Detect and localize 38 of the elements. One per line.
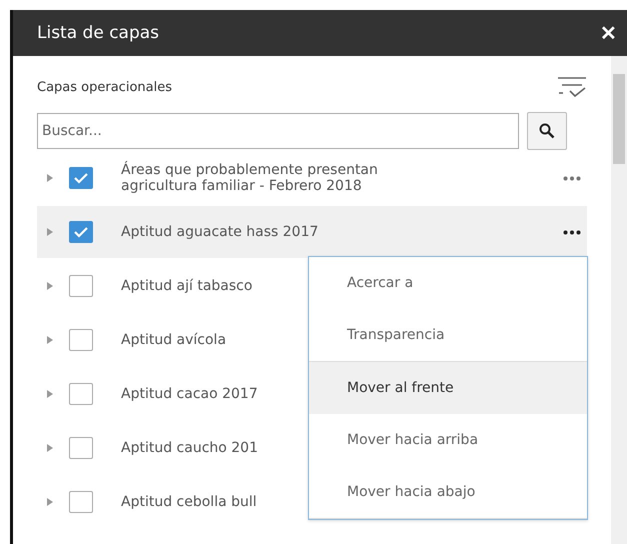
layer-checkbox[interactable] <box>69 329 93 351</box>
expand-caret-icon[interactable] <box>47 336 53 344</box>
layer-name: Aptitud avícola <box>121 332 226 348</box>
menu-item[interactable]: Mover al frente <box>309 362 587 414</box>
panel-title: Lista de capas <box>37 23 160 43</box>
layer-name: Aptitud aguacate hass 2017 <box>121 224 318 240</box>
filter-list-icon[interactable] <box>557 75 587 99</box>
expand-caret-icon[interactable] <box>47 444 53 452</box>
layer-checkbox[interactable] <box>69 221 93 243</box>
layer-checkbox[interactable] <box>69 167 93 189</box>
menu-item[interactable]: Mover hacia abajo <box>309 466 587 519</box>
layer-name: Aptitud cacao 2017 <box>121 386 258 402</box>
layer-row[interactable]: Aptitud aguacate hass 2017 <box>37 206 587 258</box>
menu-item[interactable]: Transparencia <box>309 309 587 362</box>
scrollbar-thumb[interactable] <box>613 74 625 164</box>
menu-item[interactable]: Mover hacia arriba <box>309 414 587 466</box>
expand-caret-icon[interactable] <box>47 282 53 290</box>
layer-name: Áreas que probablemente presentan agricultura familiar - Febrero 2018 <box>121 162 379 194</box>
expand-caret-icon[interactable] <box>47 228 53 236</box>
layer-checkbox[interactable] <box>69 437 93 459</box>
expand-caret-icon[interactable] <box>47 498 53 506</box>
layer-name: Aptitud caucho 201 <box>121 440 258 456</box>
expand-caret-icon[interactable] <box>47 390 53 398</box>
layer-checkbox[interactable] <box>69 491 93 513</box>
search-button[interactable] <box>527 112 567 150</box>
search-icon <box>539 123 555 139</box>
search-field[interactable]: Buscar... <box>37 113 519 149</box>
layer-checkbox[interactable] <box>69 275 93 297</box>
layer-name: Aptitud cebolla bull <box>121 494 257 510</box>
section-title: Capas operacionales <box>37 80 172 94</box>
checkmark-icon <box>73 226 89 238</box>
menu-item[interactable]: Acercar a <box>309 257 587 309</box>
close-button[interactable]: ✕ <box>596 20 621 46</box>
layer-name: Aptitud ají tabasco <box>121 278 252 294</box>
expand-caret-icon[interactable] <box>47 174 53 182</box>
checkmark-icon <box>73 172 89 184</box>
layer-checkbox[interactable] <box>69 383 93 405</box>
more-options-icon[interactable] <box>563 230 581 234</box>
